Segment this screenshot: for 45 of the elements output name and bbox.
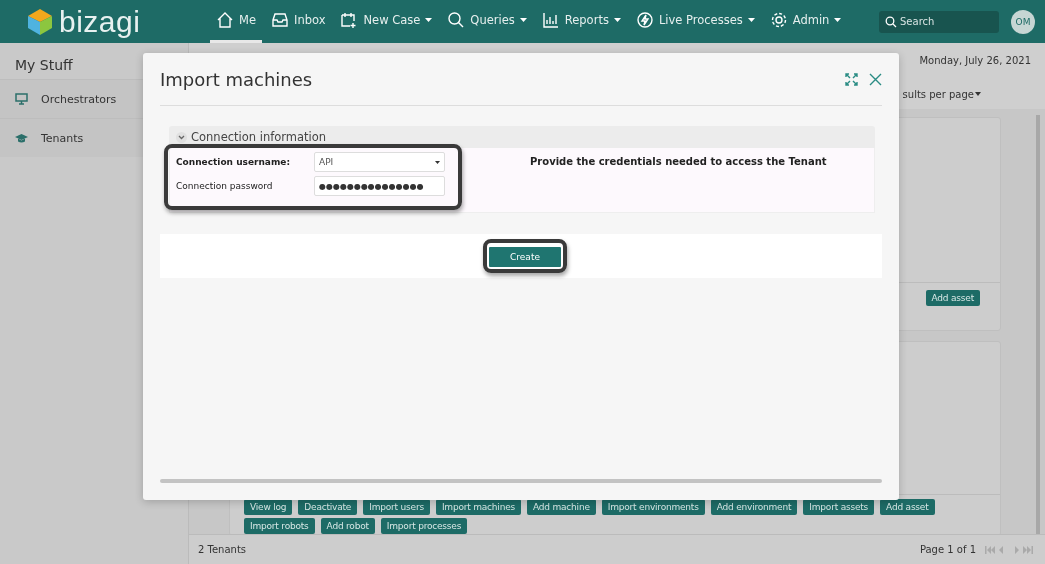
create-button[interactable]: Create [489,247,561,267]
chart-icon [541,11,560,29]
username-dropdown[interactable]: API [314,152,445,172]
inbox-icon [271,11,289,29]
nav-tab[interactable]: Me [210,0,262,43]
logo-text: bizagi [59,6,141,37]
search-icon [885,15,897,28]
user-avatar[interactable]: OM [1011,9,1035,34]
home-icon [216,11,234,29]
hint-text: Provide the credentials needed to access the Tenant [530,156,827,169]
search-field[interactable]: Search [879,10,999,33]
nav-tab[interactable]: Inbox [265,0,332,43]
sidebar-title: My Stuff [14,56,74,75]
page-label: Page 1 of 1 [919,544,976,555]
monitor-icon [15,93,28,105]
nav-tab[interactable]: Live Processes [629,0,761,43]
nav-tab[interactable]: Reports [535,0,627,43]
action-button[interactable]: Import robots [244,518,315,534]
results-per-page-dropdown[interactable]: sults per page [902,87,981,101]
pagination-arrows-icon[interactable] [985,545,1033,554]
nav-tab[interactable]: Admin [763,0,848,43]
field-label: Connection password [176,181,274,191]
search-icon [447,11,466,29]
scrollbar[interactable] [160,479,882,483]
field-label: Connection username: [176,157,292,167]
bolt-icon [635,11,654,29]
close-icon[interactable] [869,72,882,86]
section-header[interactable]: Connection information [169,126,875,148]
chevron-icon [176,131,187,143]
nav-tab[interactable]: New Case [334,0,439,43]
password-field[interactable]: ●●●●●●●●●●●●●●● [314,176,445,196]
action-button[interactable]: Add robot [320,518,375,534]
caret-icon [435,160,440,164]
action-button[interactable]: Add asset [925,290,980,306]
expand-icon[interactable] [845,72,858,86]
date-label: Monday, July 26, 2021 [919,55,1031,68]
nav-tab[interactable]: Queries [441,0,533,43]
hexagon-logo-icon [27,7,53,36]
caret-icon [975,92,981,96]
action-button[interactable]: Add asset [880,499,935,515]
new-case-icon [340,11,359,29]
action-button[interactable]: Import processes [380,518,468,534]
gear-icon [769,11,788,29]
graduation-cap-icon [15,132,28,144]
tenant-count: 2 Tenants [198,544,247,555]
